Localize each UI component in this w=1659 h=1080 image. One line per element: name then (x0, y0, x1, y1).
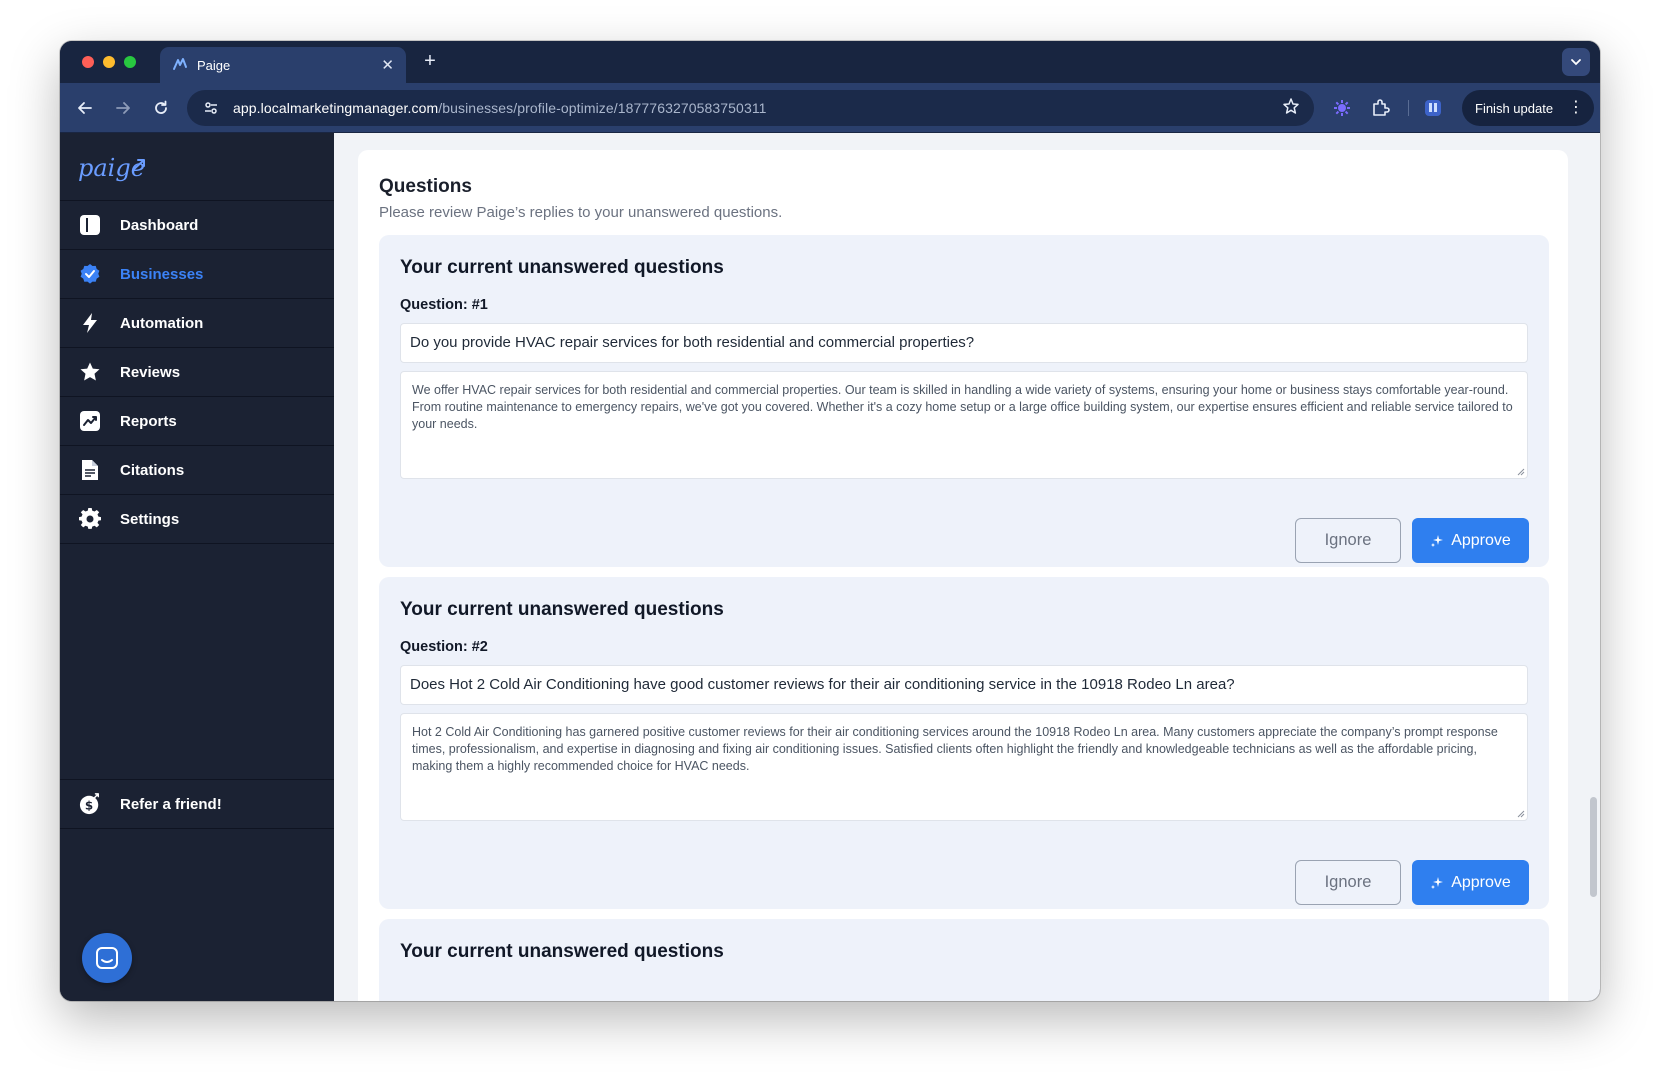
question-number: Question: #1 (400, 297, 488, 313)
approve-button[interactable]: Approve (1412, 518, 1529, 563)
gear-icon (79, 508, 101, 530)
finish-update-button[interactable]: Finish update ⋮ (1462, 90, 1594, 126)
section-title: Questions (379, 176, 472, 197)
ignore-button[interactable]: Ignore (1295, 860, 1401, 905)
sparkle-icon (1430, 876, 1444, 890)
minimize-window-button[interactable] (103, 56, 115, 68)
approve-label: Approve (1451, 531, 1511, 549)
app-body: paige Dashboard Businesses Automation Re… (60, 133, 1600, 1001)
scrollbar-thumb[interactable] (1590, 797, 1597, 897)
resize-handle-icon[interactable] (1515, 466, 1525, 476)
sidebar-item-label: Dashboard (120, 216, 199, 234)
new-tab-button[interactable]: + (418, 50, 442, 74)
sidebar-item-label: Settings (120, 510, 180, 528)
close-window-button[interactable] (82, 56, 94, 68)
browser-window: Paige ✕ + app.localmarketingmanager.com/… (60, 41, 1600, 1001)
refer-a-friend-button[interactable]: $ Refer a friend! (60, 780, 334, 829)
question-card-heading: Your current unanswered questions (400, 599, 724, 620)
paige-logo[interactable]: paige (78, 149, 148, 189)
section-subtitle: Please review Paige’s replies to your un… (379, 204, 783, 221)
address-bar[interactable]: app.localmarketingmanager.com/businesses… (187, 90, 1314, 126)
sidebar-item-label: Reports (120, 412, 177, 430)
sidebar: paige Dashboard Businesses Automation Re… (60, 133, 334, 1001)
question-text-field[interactable]: Do you provide HVAC repair services for … (400, 323, 1528, 363)
answer-textarea[interactable]: We offer HVAC repair services for both r… (400, 371, 1528, 479)
finish-update-label: Finish update (1475, 100, 1554, 116)
dashboard-icon (79, 214, 101, 236)
document-icon (79, 459, 101, 481)
check-badge-icon (79, 263, 101, 285)
sidebar-item-reviews[interactable]: Reviews (60, 348, 334, 397)
chat-launcher-button[interactable] (82, 933, 132, 983)
refer-label: Refer a friend! (120, 795, 222, 813)
profile-avatar-icon[interactable] (1422, 97, 1444, 119)
question-number: Question: #2 (400, 639, 488, 655)
reload-button[interactable] (148, 95, 174, 121)
back-button[interactable] (72, 95, 98, 121)
chart-icon (79, 410, 101, 432)
star-icon (79, 361, 101, 383)
forward-button[interactable] (110, 95, 136, 121)
question-card: Your current unanswered questions Questi… (379, 235, 1549, 567)
site-settings-icon[interactable] (201, 98, 221, 118)
sidebar-item-label: Reviews (120, 363, 181, 381)
paige-logo-icon: paige (78, 154, 145, 182)
browser-toolbar: app.localmarketingmanager.com/businesses… (60, 83, 1600, 133)
arrow-right-icon (116, 102, 130, 114)
sparkle-icon (1430, 534, 1444, 548)
sidebar-item-citations[interactable]: Citations (60, 446, 334, 495)
question-card: Your current unanswered questions (379, 919, 1549, 1001)
tab-strip: Paige ✕ + (60, 41, 1600, 83)
questions-panel: Questions Please review Paige’s replies … (358, 150, 1568, 1001)
question-card: Your current unanswered questions Questi… (379, 577, 1549, 909)
toolbar-separator (1408, 100, 1409, 116)
question-card-heading: Your current unanswered questions (400, 941, 724, 962)
url-path: /businesses/profile-optimize/18777632705… (438, 100, 767, 116)
browser-tab-paige[interactable]: Paige ✕ (160, 47, 406, 83)
ignore-button[interactable]: Ignore (1295, 518, 1401, 563)
main-content: Questions Please review Paige’s replies … (334, 133, 1600, 1001)
maximize-window-button[interactable] (124, 56, 136, 68)
reload-icon (155, 100, 167, 114)
bookmark-star-icon[interactable] (1282, 97, 1300, 120)
chevron-down-icon (1571, 59, 1581, 66)
resize-handle-icon[interactable] (1515, 808, 1525, 818)
sidebar-refer-section: $ Refer a friend! (60, 779, 334, 829)
paige-favicon-icon (172, 57, 188, 73)
question-text-field[interactable]: Does Hot 2 Cold Air Conditioning have go… (400, 665, 1528, 705)
extensions-puzzle-icon[interactable] (1369, 97, 1391, 119)
url-text: app.localmarketingmanager.com/businesses… (233, 100, 767, 116)
dollar-coin-icon: $ (79, 793, 101, 815)
url-host: app.localmarketingmanager.com (233, 100, 439, 116)
answer-textarea[interactable]: Hot 2 Cold Air Conditioning has garnered… (400, 713, 1528, 821)
main-scrollbar[interactable] (1586, 133, 1600, 1001)
approve-button[interactable]: Approve (1412, 860, 1529, 905)
arrow-left-icon (78, 102, 92, 114)
sidebar-item-label: Automation (120, 314, 204, 332)
extension-gear-icon[interactable] (1331, 97, 1353, 119)
sidebar-item-dashboard[interactable]: Dashboard (60, 201, 334, 250)
answer-text: We offer HVAC repair services for both r… (412, 383, 1513, 431)
window-controls (82, 56, 136, 68)
sidebar-item-automation[interactable]: Automation (60, 299, 334, 348)
question-card-heading: Your current unanswered questions (400, 257, 724, 278)
svg-text:$: $ (85, 799, 93, 813)
chat-icon (96, 947, 118, 969)
lightning-icon (79, 312, 101, 334)
sidebar-item-businesses[interactable]: Businesses (60, 250, 334, 299)
tab-search-button[interactable] (1562, 48, 1590, 76)
tab-close-icon[interactable]: ✕ (381, 56, 394, 74)
tab-title: Paige (197, 57, 231, 73)
answer-text: Hot 2 Cold Air Conditioning has garnered… (412, 725, 1498, 773)
sidebar-item-label: Businesses (120, 265, 204, 283)
sidebar-item-label: Citations (120, 461, 185, 479)
sidebar-nav: Dashboard Businesses Automation Reviews … (60, 200, 334, 544)
approve-label: Approve (1451, 873, 1511, 891)
sidebar-item-reports[interactable]: Reports (60, 397, 334, 446)
sidebar-item-settings[interactable]: Settings (60, 495, 334, 544)
more-vertical-icon: ⋮ (1568, 99, 1584, 116)
